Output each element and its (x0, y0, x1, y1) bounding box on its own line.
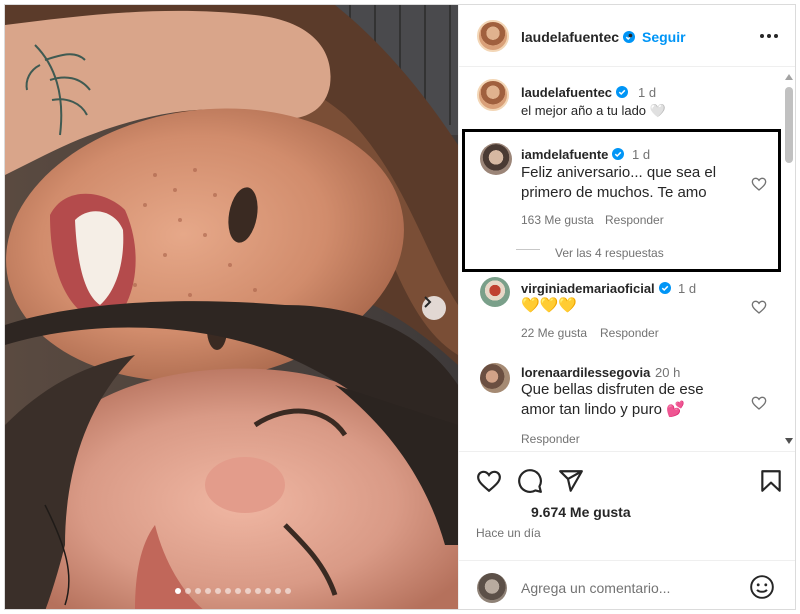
comment-likes[interactable]: 22 Me gusta (521, 326, 587, 340)
heart-icon[interactable] (476, 468, 502, 494)
reply-button[interactable]: Responder (521, 432, 580, 446)
scroll-up-arrow-icon[interactable] (784, 73, 794, 81)
carousel-dot[interactable] (195, 588, 201, 594)
comment-text-line: Que bellas disfruten de ese (521, 381, 704, 398)
emoji-icon[interactable] (749, 574, 775, 600)
comment-time[interactable]: 20 h (655, 365, 680, 380)
verified-icon (658, 282, 671, 294)
comment-author-name[interactable]: laudelafuentec (521, 85, 612, 100)
comment-text-line: Feliz aniversario... que sea el (521, 164, 717, 181)
post-likes-count[interactable]: 9.674 Me gusta (531, 504, 631, 520)
carousel-dot[interactable] (225, 588, 231, 594)
comment-author-name[interactable]: iamdelafuente (521, 147, 608, 162)
comment-likes[interactable]: 163 Me gusta (521, 213, 594, 227)
comment-text-content: el mejor año a tu lado (521, 103, 647, 118)
verified-icon (616, 86, 629, 98)
comment-author[interactable]: lorenaardilessegovia (521, 365, 650, 380)
reply-button[interactable]: Responder (600, 326, 659, 340)
like-comment-heart-icon[interactable] (751, 176, 767, 192)
comment-time[interactable]: 1 d (678, 281, 696, 296)
post-photo[interactable] (5, 5, 458, 609)
add-comment-row: Agrega un comentario... (459, 560, 795, 609)
comments-scrollbar[interactable] (781, 67, 795, 451)
comment-text: Que bellas disfruten de ese amor tan lin… (521, 380, 704, 420)
post-timestamp[interactable]: Hace un día (476, 526, 541, 540)
comment-text: el mejor año a tu lado 🤍 (521, 101, 666, 121)
carousel-dot[interactable] (175, 588, 181, 594)
post-modal: laudelafuentec • Seguir laudelafuentec 1… (4, 4, 796, 610)
carousel-dot[interactable] (255, 588, 261, 594)
replies-divider (516, 249, 540, 250)
carousel-dot[interactable] (205, 588, 211, 594)
avatar[interactable] (477, 20, 509, 52)
carousel-dot[interactable] (265, 588, 271, 594)
avatar[interactable] (477, 573, 507, 603)
comment-text-line: amor tan lindo y puro 💕 (521, 401, 685, 418)
comment-author[interactable]: laudelafuentec (521, 85, 629, 100)
comment-text: 💛💛💛 (521, 297, 578, 314)
avatar[interactable] (480, 143, 512, 175)
white-heart-emoji: 🤍 (649, 103, 666, 118)
comment-text: Feliz aniversario... que sea el primero … (521, 163, 716, 203)
post-side-panel: laudelafuentec • Seguir laudelafuentec 1… (458, 5, 795, 609)
separator-dot: • (628, 27, 633, 43)
comment-icon[interactable] (517, 468, 543, 494)
comment-text-line: primero de muchos. Te amo (521, 184, 707, 201)
carousel-next-button[interactable] (422, 296, 446, 320)
reply-button[interactable]: Responder (605, 213, 664, 227)
like-comment-heart-icon[interactable] (751, 299, 767, 315)
post-author-name[interactable]: laudelafuentec (521, 29, 619, 45)
comments-list[interactable]: laudelafuentec 1 d el mejor año a tu lad… (459, 67, 795, 451)
comment-time[interactable]: 1 d (632, 147, 650, 162)
comment-author[interactable]: iamdelafuente (521, 147, 625, 162)
avatar[interactable] (480, 363, 510, 393)
scroll-thumb[interactable] (785, 87, 793, 163)
like-comment-heart-icon[interactable] (751, 395, 767, 411)
comment-author-name[interactable]: lorenaardilessegovia (521, 365, 650, 380)
share-icon[interactable] (558, 468, 584, 494)
post-header: laudelafuentec • Seguir (459, 5, 795, 67)
avatar[interactable] (480, 277, 510, 307)
carousel-dot[interactable] (185, 588, 191, 594)
carousel-dots (175, 588, 291, 594)
follow-button[interactable]: Seguir (642, 29, 686, 45)
post-actions: 9.674 Me gusta Hace un día Agrega un com… (459, 451, 795, 609)
save-icon[interactable] (758, 468, 784, 494)
carousel-dot[interactable] (245, 588, 251, 594)
carousel-dot[interactable] (275, 588, 281, 594)
scroll-down-arrow-icon[interactable] (784, 437, 794, 445)
view-replies-button[interactable]: Ver las 4 respuestas (555, 246, 664, 260)
carousel-dot[interactable] (235, 588, 241, 594)
comment-time[interactable]: 1 d (638, 85, 656, 100)
post-author[interactable]: laudelafuentec (521, 29, 636, 45)
chevron-right-icon (424, 296, 432, 308)
comment-author-name[interactable]: virginiademariaoficial (521, 281, 655, 296)
comment-author[interactable]: virginiademariaoficial (521, 281, 671, 296)
more-options-icon[interactable] (759, 31, 779, 41)
carousel-dot[interactable] (285, 588, 291, 594)
photo-image (5, 5, 458, 609)
carousel-dot[interactable] (215, 588, 221, 594)
avatar[interactable] (477, 79, 509, 111)
add-comment-input[interactable]: Agrega un comentario... (521, 580, 670, 596)
verified-icon (612, 148, 625, 160)
